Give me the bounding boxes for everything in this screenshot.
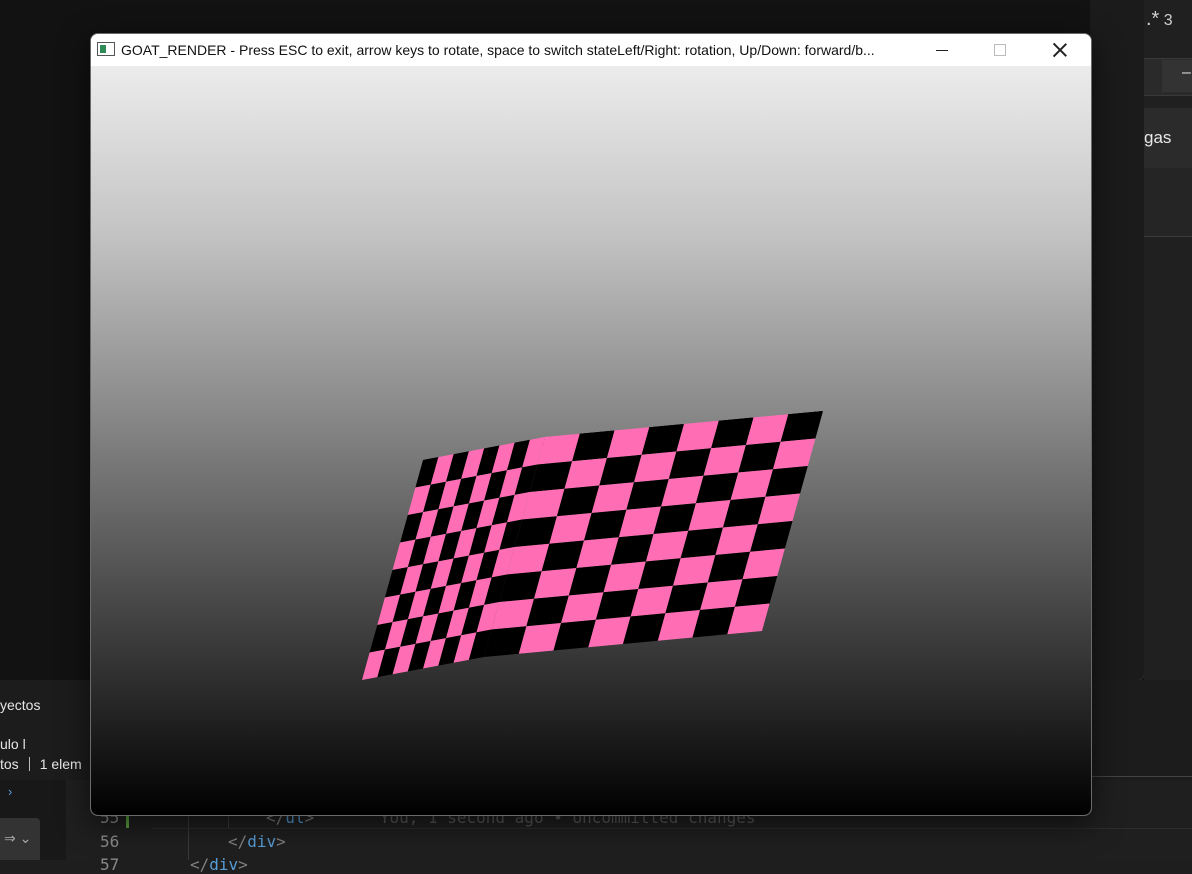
explorer-selection-count: 1 elem <box>39 756 82 772</box>
minimize-button[interactable] <box>913 34 971 66</box>
explorer-item-count-label: tos <box>0 756 19 772</box>
explorer-divider <box>1090 748 1192 777</box>
minimize-icon <box>936 49 948 51</box>
regex-icon[interactable]: .* <box>1146 8 1159 30</box>
code-line[interactable]: </div> <box>190 855 248 874</box>
maximize-icon <box>994 44 1006 56</box>
background-dash: – <box>1182 64 1191 81</box>
checkered-cube <box>362 411 823 680</box>
explorer-item-title[interactable]: ulo l <box>0 736 26 752</box>
background-panel-lower <box>1144 168 1192 237</box>
explorer-status-bar: tos 1 elem <box>0 756 82 772</box>
chevron-icon[interactable]: › <box>8 784 12 799</box>
background-toolbar: .* 3 <box>1146 8 1173 31</box>
line-number: 56 <box>100 832 120 851</box>
background-panel-text: gas <box>1144 128 1172 147</box>
close-button[interactable] <box>1031 34 1089 66</box>
divider <box>28 757 30 771</box>
explorer-item-projects[interactable]: yectos <box>0 697 40 713</box>
close-icon <box>1053 43 1067 57</box>
render-window[interactable]: GOAT_RENDER - Press ESC to exit, arrow k… <box>90 33 1092 816</box>
window-title: GOAT_RENDER - Press ESC to exit, arrow k… <box>121 42 875 58</box>
window-titlebar[interactable]: GOAT_RENDER - Press ESC to exit, arrow k… <box>91 34 1091 66</box>
current-line-highlight <box>152 828 1192 829</box>
background-right-strip <box>1144 0 1192 680</box>
line-number: 57 <box>100 855 120 874</box>
code-line[interactable]: </div> <box>228 832 286 851</box>
editor-side-button[interactable]: ⇒ ⌄ <box>0 818 40 860</box>
maximize-button[interactable] <box>971 34 1029 66</box>
match-count: 3 <box>1163 12 1173 29</box>
app-window-icon[interactable] <box>97 42 115 56</box>
background-window-edge <box>1090 0 1145 681</box>
render-viewport[interactable] <box>91 66 1091 815</box>
